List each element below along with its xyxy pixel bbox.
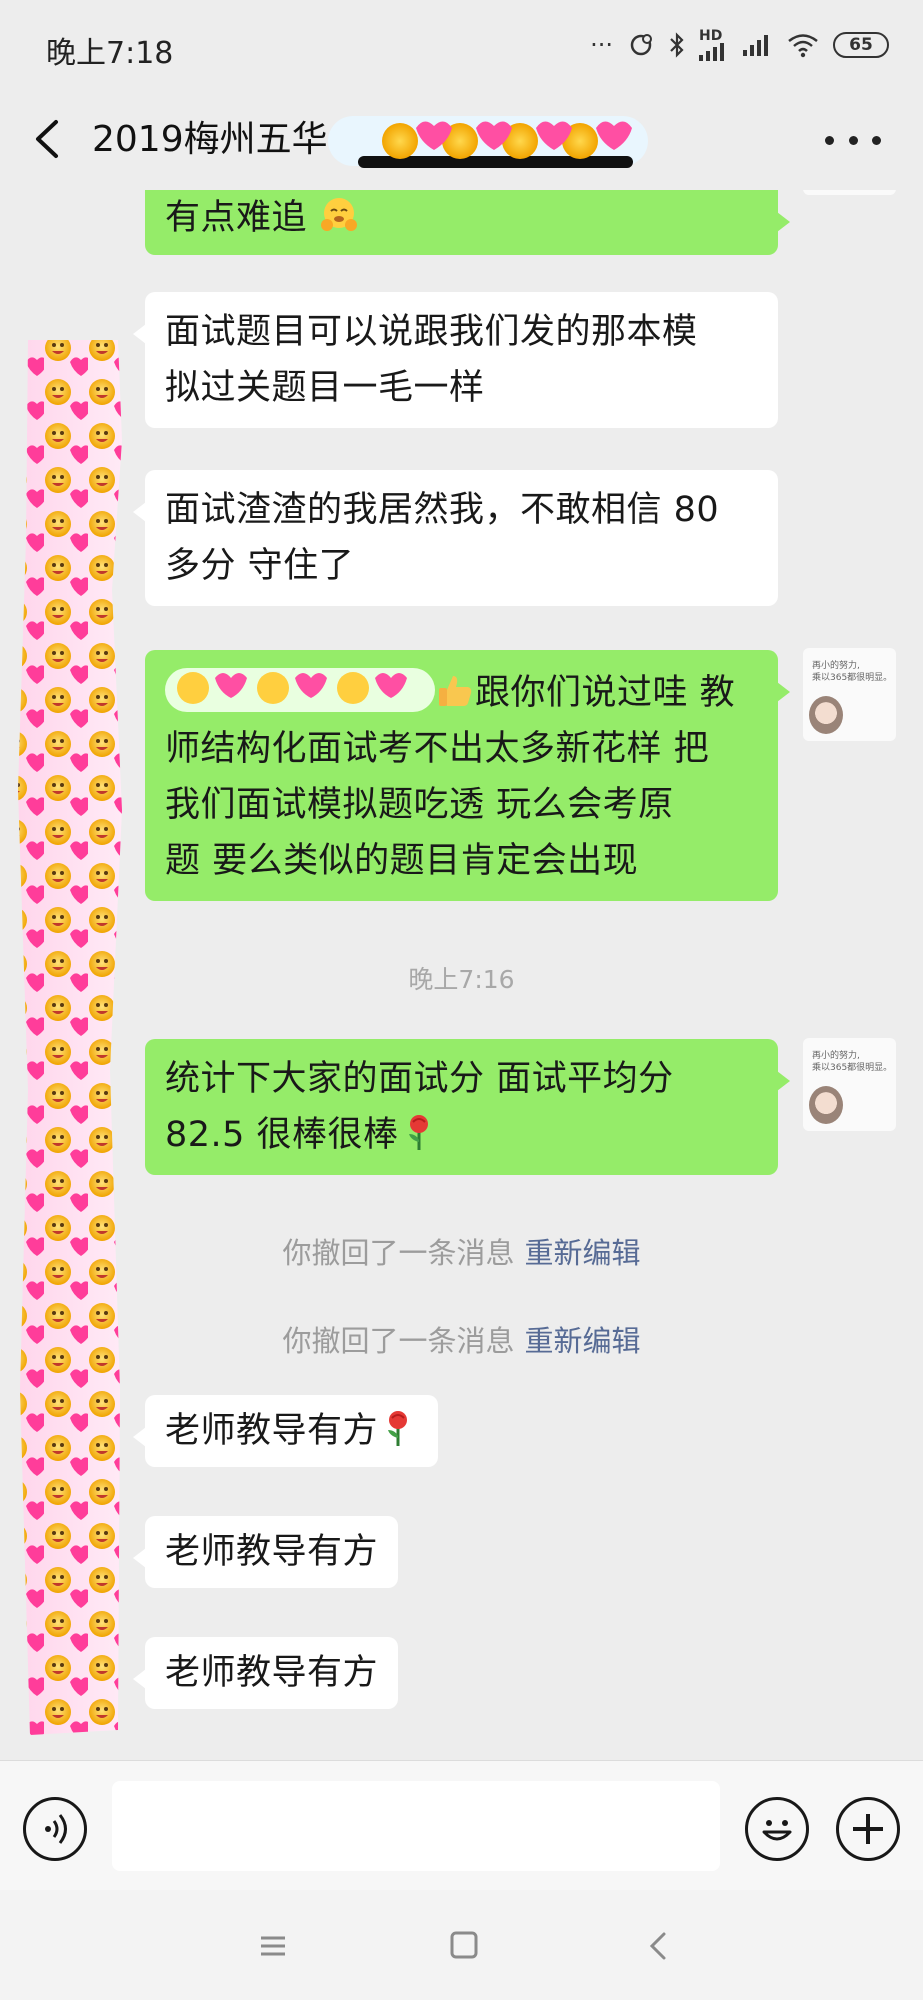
status-time: 晚上7:18: [46, 36, 174, 71]
my-avatar[interactable]: 再小的努力, 乘以365都很明显。: [803, 648, 896, 741]
reedit-link[interactable]: 重新编辑: [525, 1236, 641, 1270]
message-line: 题 要么类似的题目肯定会出现: [165, 841, 639, 881]
message-line: 面试题目可以说跟我们发的那本模: [165, 312, 698, 352]
rose-emoji: [408, 1115, 428, 1150]
more-horizontal-icon: [825, 135, 834, 145]
message-bubble-in[interactable]: 老师教导有方: [132, 1395, 439, 1467]
message-line: 师结构化面试考不出太多新花样 把: [165, 729, 710, 769]
censor-sticker-strip: [18, 340, 122, 1735]
signal-icon: [743, 35, 768, 56]
hd-label: HD: [699, 28, 723, 44]
hugging-face-emoji: [320, 198, 357, 231]
censor-scribble: [165, 668, 435, 712]
voice-icon: [45, 1814, 67, 1844]
avatar-text: 乘以365都很明显。: [812, 1063, 893, 1073]
more-button[interactable]: [825, 120, 881, 160]
my-avatar[interactable]: [803, 190, 896, 195]
message-text: 老师教导有方: [165, 1653, 379, 1693]
message-list[interactable]: 有点难追 面试题目可以说跟我们发的那本模 拟过关题目一毛一样 面试渣渣的我居然我…: [0, 190, 923, 1760]
wifi-icon: [788, 34, 818, 58]
avatar-text: 再小的努力,: [812, 1051, 860, 1061]
rose-emoji: [388, 1411, 408, 1446]
back-button[interactable]: [28, 112, 68, 166]
recall-text: 你撤回了一条消息: [282, 1324, 515, 1358]
chat-title: 2019梅州五华: [92, 119, 328, 160]
emoji-button[interactable]: [745, 1797, 809, 1861]
my-avatar[interactable]: 再小的努力, 乘以365都很明显。: [803, 1038, 896, 1131]
message-line: 多分 守住了: [165, 546, 355, 586]
message-bubble-out[interactable]: 有点难追: [145, 190, 790, 255]
system-back-button[interactable]: [640, 1928, 680, 1964]
signal-icon: [699, 43, 724, 61]
message-line: 跟你们说过哇 教: [475, 673, 736, 713]
home-icon: [450, 1931, 478, 1959]
chevron-left-icon: [36, 120, 58, 158]
message-line: 面试渣渣的我居然我，不敢相信 80: [165, 490, 720, 530]
menu-icon: [261, 1936, 285, 1956]
system-navigation-bar: [0, 1890, 923, 2000]
message-bubble-out[interactable]: 统计下大家的面试分 面试平均分 82.5 很棒很棒: [145, 1039, 790, 1175]
recall-notice: 你撤回了一条消息 重新编辑: [0, 1318, 923, 1360]
message-line: 82.5 很棒很棒: [165, 1115, 399, 1155]
message-text: 老师教导有方: [165, 1532, 379, 1572]
message-input[interactable]: [112, 1781, 720, 1871]
message-text: 有点难追: [165, 198, 308, 238]
voice-button[interactable]: [23, 1797, 87, 1861]
message-bubble-in[interactable]: 面试渣渣的我居然我，不敢相信 80 多分 守住了: [133, 470, 778, 606]
message-line: 拟过关题目一毛一样: [165, 368, 485, 408]
censor-scribble: [328, 116, 648, 168]
message-bubble-in[interactable]: 老师教导有方: [132, 1516, 399, 1588]
location-icon: [630, 34, 652, 56]
recall-text: 你撤回了一条消息: [282, 1236, 515, 1270]
status-bar: 晚上7:18 ··· HD 65: [0, 0, 923, 90]
home-button[interactable]: [444, 1928, 484, 1964]
avatar-face-icon: [809, 696, 843, 734]
message-bubble-out[interactable]: 跟你们说过哇 教 师结构化面试考不出太多新花样 把 我们面试模拟题吃透 玩么会考…: [145, 650, 790, 901]
chat-header: 2019梅州五华: [0, 90, 923, 190]
reedit-link[interactable]: 重新编辑: [525, 1324, 641, 1358]
message-line: 我们面试模拟题吃透 玩么会考原: [165, 785, 674, 825]
thumbs-up-emoji: [439, 676, 472, 706]
more-dots-icon: ···: [590, 31, 613, 59]
recall-notice: 你撤回了一条消息 重新编辑: [0, 1230, 923, 1272]
message-line: 统计下大家的面试分 面试平均分: [165, 1059, 674, 1099]
back-icon: [649, 1932, 666, 1960]
emoji-icon: [762, 1820, 792, 1841]
message-bubble-in[interactable]: 面试题目可以说跟我们发的那本模 拟过关题目一毛一样: [133, 292, 778, 428]
message-composer: [0, 1760, 923, 1890]
status-icons: ··· HD 65: [590, 28, 889, 62]
avatar-text: 乘以365都很明显。: [812, 673, 893, 683]
timestamp: 晚上7:16: [408, 965, 515, 994]
message-text: 老师教导有方: [165, 1411, 379, 1451]
message-bubble-in[interactable]: 老师教导有方: [132, 1637, 399, 1709]
avatar-face-icon: [809, 1086, 843, 1124]
bluetooth-icon: [670, 32, 684, 58]
menu-button[interactable]: [253, 1928, 293, 1964]
avatar-text: 再小的努力,: [812, 661, 860, 671]
battery-icon: 65: [833, 32, 889, 58]
plus-button[interactable]: [836, 1797, 900, 1861]
